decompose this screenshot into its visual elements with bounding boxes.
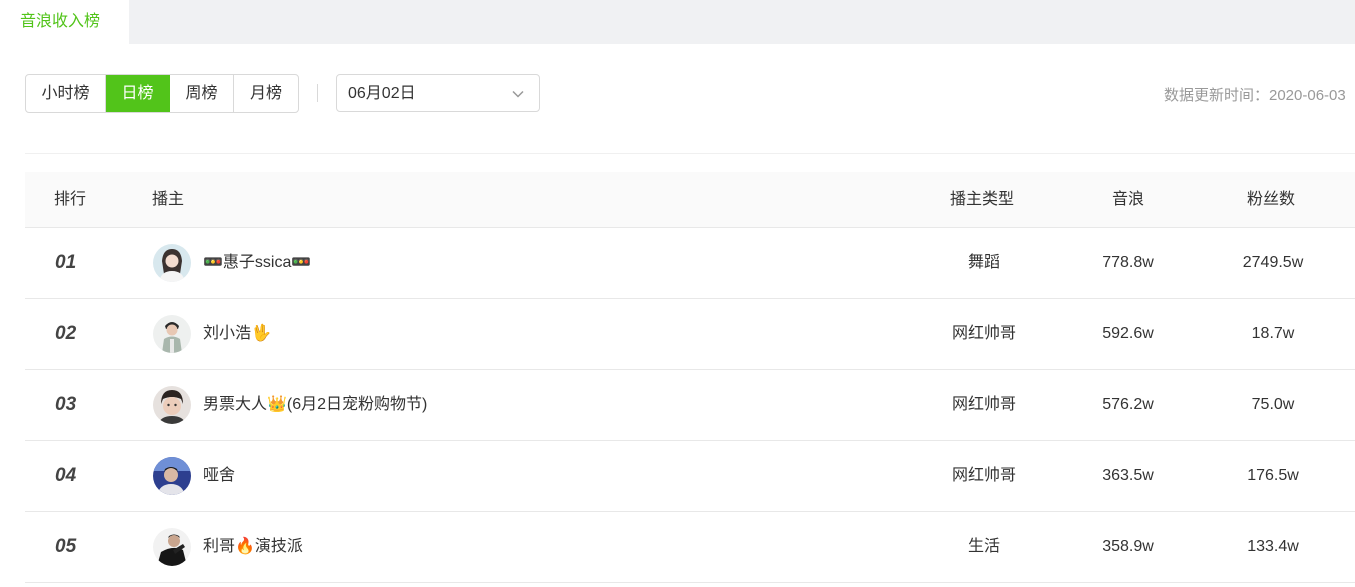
avatar[interactable] xyxy=(153,457,191,495)
period-tab-monthly[interactable]: 月榜 xyxy=(234,75,298,112)
rank-number: 02 xyxy=(55,323,77,344)
header-streamer: 播主 xyxy=(152,191,185,208)
sound-wave-value: 778.8w xyxy=(1102,254,1154,271)
sound-wave-value: 592.6w xyxy=(1102,325,1154,342)
header-type: 播主类型 xyxy=(950,191,1015,208)
fans-count: 133.4w xyxy=(1247,538,1299,555)
streamer-name[interactable]: 男票大人👑(6月2日宠粉购物节) xyxy=(203,370,427,440)
period-tab-daily[interactable]: 日榜 xyxy=(106,75,170,112)
fans-count: 75.0w xyxy=(1251,396,1295,413)
header-sound: 音浪 xyxy=(1112,191,1145,208)
table-header: 排行 播主 播主类型 音浪 粉丝数 xyxy=(25,172,1355,228)
avatar[interactable] xyxy=(153,315,191,353)
fans-count: 18.7w xyxy=(1251,325,1295,342)
table-row[interactable]: 01 🚥惠子ssica🚥 舞蹈 778.8w 2749.5w xyxy=(25,228,1355,299)
header-fans: 粉丝数 xyxy=(1247,191,1296,208)
period-tab-hourly[interactable]: 小时榜 xyxy=(26,75,106,112)
tab-sound-income-rank[interactable]: 音浪收入榜 xyxy=(0,0,129,44)
streamer-type: 网红帅哥 xyxy=(951,325,1016,342)
avatar[interactable] xyxy=(153,386,191,424)
streamer-name[interactable]: 刘小浩🖖 xyxy=(203,299,271,369)
period-segmented-control: 小时榜 日榜 周榜 月榜 xyxy=(25,74,299,113)
period-tab-weekly[interactable]: 周榜 xyxy=(170,75,234,112)
table-row[interactable]: 03 男票大人👑(6月2日宠粉购物节) 网红帅哥 576.2w 75.0w xyxy=(25,370,1355,441)
toolbar-divider xyxy=(317,84,318,102)
avatar[interactable] xyxy=(153,244,191,282)
rank-number: 03 xyxy=(55,394,77,415)
header-rank: 排行 xyxy=(54,191,87,208)
table-row[interactable]: 05 利哥🔥演技派 生活 358.9w 133.4w xyxy=(25,512,1355,583)
rank-number: 05 xyxy=(55,536,77,557)
streamer-name[interactable]: 哑舍 xyxy=(203,441,235,511)
divider xyxy=(25,153,1355,154)
streamer-name[interactable]: 利哥🔥演技派 xyxy=(203,512,303,582)
streamer-type: 网红帅哥 xyxy=(951,396,1016,413)
date-select-value: 06月02日 xyxy=(348,85,416,102)
sound-wave-value: 576.2w xyxy=(1102,396,1154,413)
streamer-name[interactable]: 🚥惠子ssica🚥 xyxy=(203,228,311,298)
streamer-type: 舞蹈 xyxy=(967,254,1000,271)
table-row[interactable]: 04 哑舍 网红帅哥 363.5w 176.5w xyxy=(25,441,1355,512)
fans-count: 176.5w xyxy=(1247,467,1299,484)
update-time: 数据更新时间：2020-06-03 xyxy=(1164,87,1346,104)
avatar[interactable] xyxy=(153,528,191,566)
date-select[interactable]: 06月02日 xyxy=(336,74,540,112)
table-row[interactable]: 02 刘小浩🖖 网红帅哥 592.6w 18.7w xyxy=(25,299,1355,370)
chevron-down-icon xyxy=(512,90,524,98)
top-tab-bar: 音浪收入榜 xyxy=(0,0,1355,44)
sound-wave-value: 358.9w xyxy=(1102,538,1154,555)
fans-count: 2749.5w xyxy=(1242,254,1304,271)
sound-wave-value: 363.5w xyxy=(1102,467,1154,484)
rank-number: 01 xyxy=(55,252,77,273)
streamer-type: 网红帅哥 xyxy=(951,467,1016,484)
rank-number: 04 xyxy=(55,465,77,486)
streamer-type: 生活 xyxy=(967,538,1000,555)
